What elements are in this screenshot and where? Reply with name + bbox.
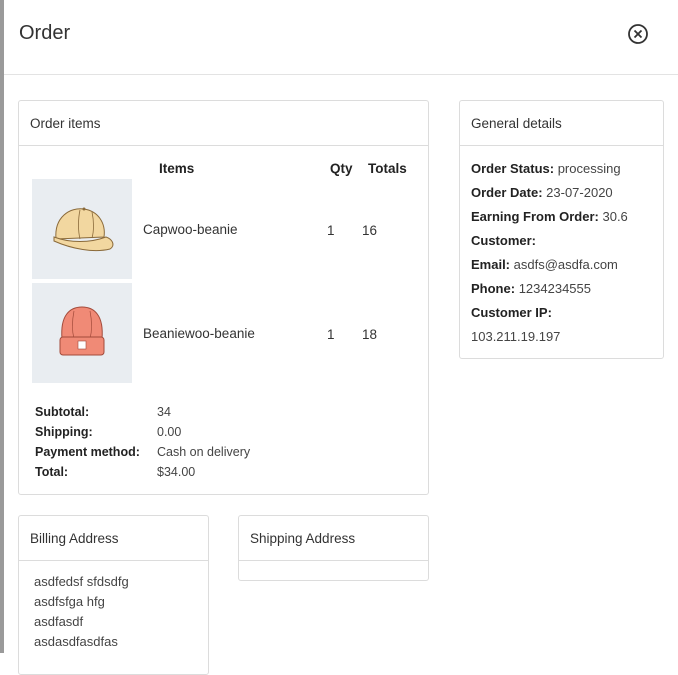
billing-address-line: asdfasdf [34,614,84,629]
email-value: asdfs@asdfa.com [513,257,618,272]
customer-ip-label-line: Customer IP: [471,305,552,320]
shipping-label: Shipping: [35,425,93,439]
payment-method-value: Cash on delivery [157,445,251,459]
close-icon[interactable] [626,22,650,46]
earning-label: Earning From Order: [471,209,599,224]
general-details-header: General details [460,101,663,146]
product-image [32,179,132,279]
order-modal: Order Order items Items Qty Totals Capwo… [4,0,678,675]
close-button[interactable] [626,22,650,46]
product-image [32,283,132,383]
shipping-value: 0.00 [157,425,182,439]
shipping-address-header: Shipping Address [239,516,428,561]
order-earning: Earning From Order: 30.6 [471,209,628,224]
product-qty: 1 [327,327,335,342]
order-date-value: 23-07-2020 [546,185,613,200]
phone-value: 1234234555 [518,281,591,296]
cap-icon [53,207,114,252]
product-name: Beaniewoo-beanie [143,326,255,341]
beanie-icon [59,306,105,356]
customer-phone: Phone: 1234234555 [471,281,591,296]
earning-value: 30.6 [602,209,628,224]
subtotal-value: 34 [157,405,171,419]
total-value: $34.00 [157,465,196,479]
customer-label: Customer: [471,233,537,248]
customer-ip-label: Customer IP: [471,305,552,320]
product-qty: 1 [327,223,335,238]
general-details-card: General details Order Status: processing… [459,100,664,359]
shipping-address-card: Shipping Address [238,515,429,581]
payment-method-label: Payment method: [35,445,140,459]
product-total: 16 [362,223,378,238]
order-date-label: Order Date: [471,185,543,200]
customer-email: Email: asdfs@asdfa.com [471,257,618,272]
billing-address-line: asdfedsf sfdsdfg [34,574,129,589]
order-items-card: Order items Items Qty Totals Capwoo-bean… [18,100,429,495]
column-items: Items [159,161,195,176]
billing-address-header: Billing Address [19,516,208,561]
phone-label: Phone: [471,281,516,296]
column-qty: Qty [330,161,353,176]
modal-header: Order [4,0,678,75]
customer: Customer: [471,233,536,248]
modal-title: Order [19,22,71,44]
order-items-header: Order items [19,101,428,146]
subtotal-label: Subtotal: [35,405,90,419]
order-status: Order Status: processing [471,161,621,176]
email-label: Email: [471,257,511,272]
billing-address-card: Billing Address asdfedsf sfdsdfg asdfsfg… [18,515,209,675]
total-label: Total: [35,465,69,479]
order-date: Order Date: 23-07-2020 [471,185,613,200]
customer-ip-value: 103.211.19.197 [471,329,561,344]
column-totals: Totals [368,161,407,176]
product-name: Capwoo-beanie [143,222,238,237]
order-status-label: Order Status: [471,161,555,176]
billing-address-line: asdfsfga hfg [34,594,105,609]
product-total: 18 [362,327,378,342]
billing-address-line: asdasdfasdfas [34,634,118,649]
order-status-value: processing [557,161,621,176]
